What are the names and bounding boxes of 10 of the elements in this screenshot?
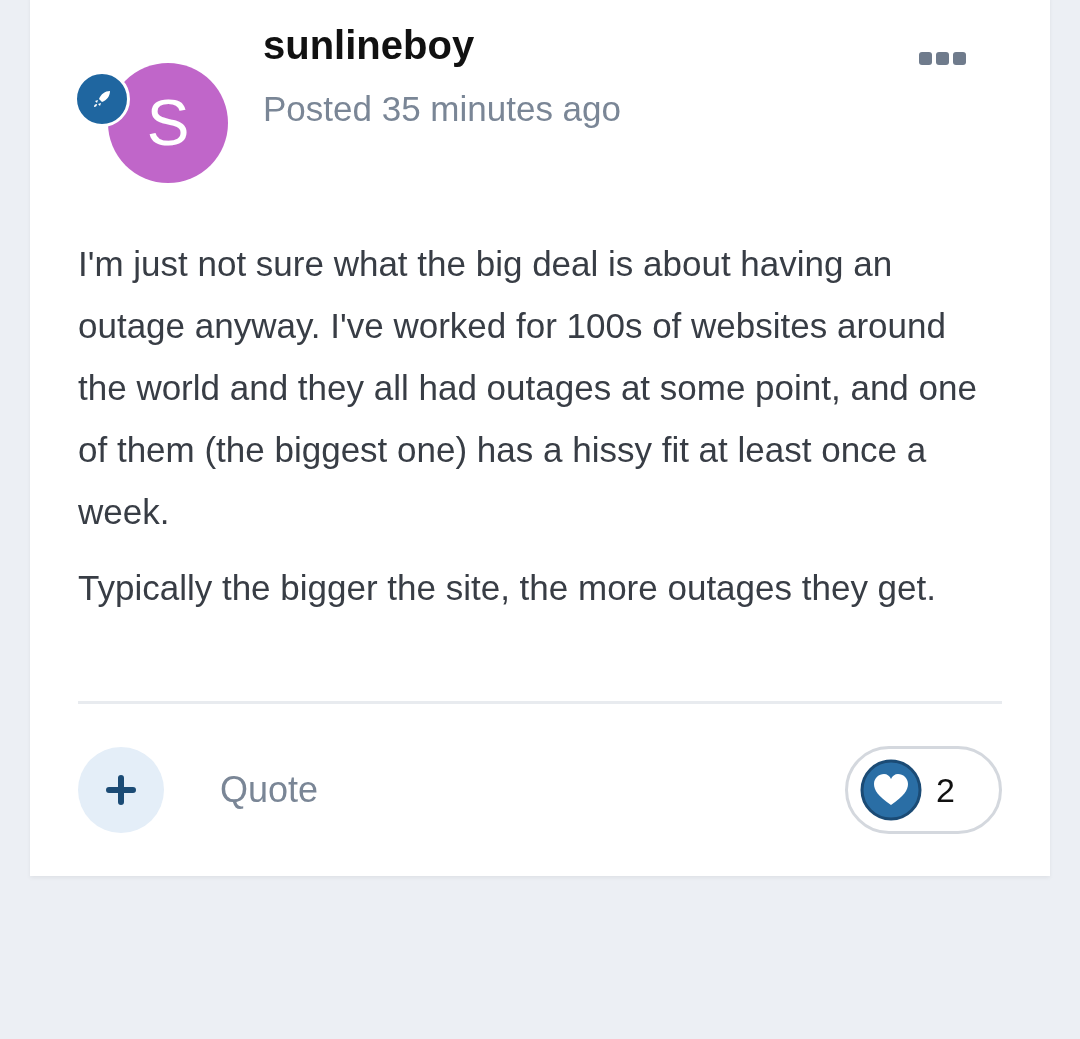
avatar[interactable]: S (108, 63, 228, 183)
post-paragraph: I'm just not sure what the big deal is about having an outage anyway. I've worked for 100s of websites around the world and they all had outages at some point, and one of them (the biggest one) has a hissy fit at least once a week. (78, 243, 978, 533)
plus-icon (106, 775, 136, 805)
post-paragraph: Typically the bigger the site, the more outages they get. (78, 567, 937, 609)
username[interactable]: sunlineboy (263, 23, 475, 67)
reaction-button[interactable]: 2 (845, 746, 1002, 834)
post-timestamp: Posted 35 minutes ago (263, 88, 621, 130)
reaction-count: 2 (936, 769, 955, 811)
more-options-icon[interactable] (919, 51, 967, 67)
quote-button[interactable]: Quote (220, 763, 319, 817)
